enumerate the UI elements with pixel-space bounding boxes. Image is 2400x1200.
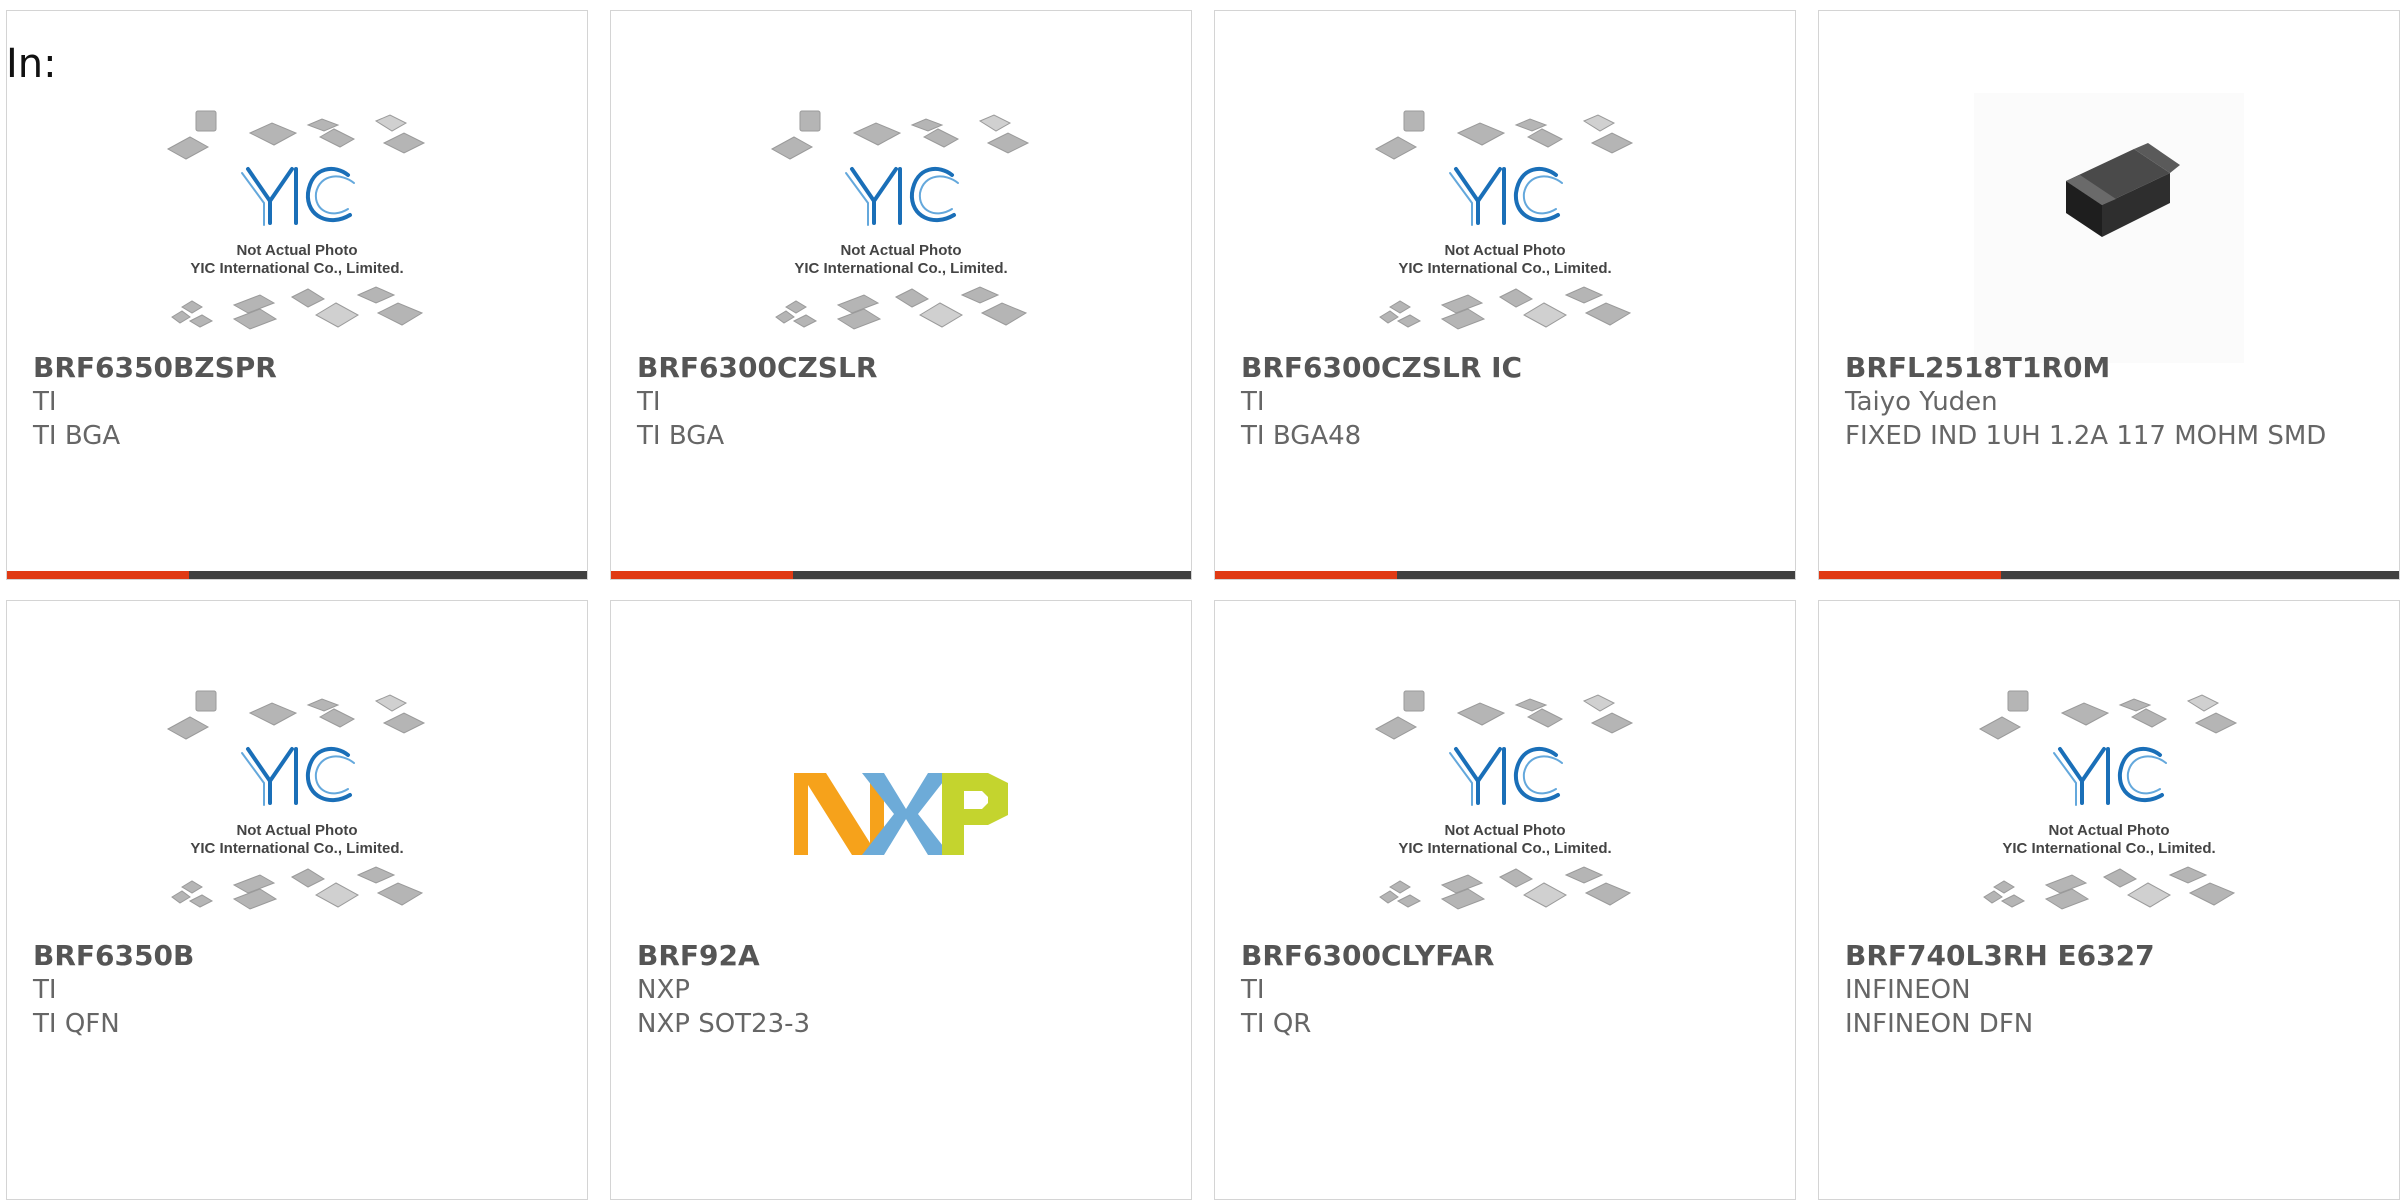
nxp-logo-icon[interactable] [766, 673, 1036, 943]
product-info: BRF6300CZSLR TI TI BGA [637, 351, 1167, 453]
card-footer-bar [611, 571, 1191, 579]
manufacturer-label: TI [33, 387, 57, 417]
product-info: BRF6350B TI TI QFN [33, 939, 563, 1041]
description-label: INFINEON DFN [1845, 1009, 2034, 1039]
card-footer-accent [7, 571, 189, 579]
yic-placeholder-icon[interactable]: Not Actual Photo YIC International Co., … [766, 93, 1036, 363]
placeholder-line-2: YIC International Co., Limited. [794, 260, 1007, 277]
part-number-link[interactable]: BRF740L3RH E6327 [1845, 939, 2375, 973]
yic-logo-mark [2053, 747, 2167, 806]
part-number-link[interactable]: BRF6350B [33, 939, 563, 973]
description-label: TI QFN [33, 1009, 120, 1039]
part-number-link[interactable]: BRF6300CZSLR IC [1241, 351, 1771, 385]
placeholder-line-1: Not Actual Photo [2048, 822, 2169, 839]
product-card[interactable]: BRF92A NXP NXP SOT23-3 [610, 600, 1192, 1200]
product-info: BRF740L3RH E6327 INFINEON INFINEON DFN [1845, 939, 2375, 1041]
placeholder-line-1: Not Actual Photo [236, 242, 357, 259]
placeholder-line-2: YIC International Co., Limited. [1398, 840, 1611, 857]
part-number-link[interactable]: BRFL2518T1R0M [1845, 351, 2375, 385]
description-label: TI BGA [637, 421, 725, 451]
nxp-logo-mark [794, 773, 1008, 855]
manufacturer-label: INFINEON [1845, 975, 1971, 1005]
yic-placeholder-icon[interactable]: Not Actual Photo YIC International Co., … [162, 93, 432, 363]
manufacturer-label: NXP [637, 975, 690, 1005]
card-footer-bar [1215, 571, 1795, 579]
product-info: BRF92A NXP NXP SOT23-3 [637, 939, 1167, 1041]
manufacturer-label: TI [637, 387, 661, 417]
placeholder-line-1: Not Actual Photo [1444, 242, 1565, 259]
page-label: In: [6, 41, 57, 87]
manufacturer-label: TI [1241, 387, 1265, 417]
manufacturer-label: TI [1241, 975, 1265, 1005]
card-footer-bar [1819, 571, 2399, 579]
card-footer-accent [1819, 571, 2001, 579]
product-card[interactable]: Not Actual Photo YIC International Co., … [610, 10, 1192, 580]
part-number-link[interactable]: BRF6300CZSLR [637, 351, 1167, 385]
part-number-link[interactable]: BRF6350BZSPR [33, 351, 563, 385]
card-footer-accent [611, 571, 793, 579]
inductor-chip-icon[interactable] [1974, 93, 2244, 363]
placeholder-line-2: YIC International Co., Limited. [2002, 840, 2215, 857]
placeholder-line-1: Not Actual Photo [840, 242, 961, 259]
yic-placeholder-icon[interactable]: Not Actual Photo YIC International Co., … [1974, 673, 2244, 943]
product-info: BRF6300CZSLR IC TI TI BGA48 [1241, 351, 1771, 453]
card-footer-accent [1215, 571, 1397, 579]
yic-placeholder-icon[interactable]: Not Actual Photo YIC International Co., … [1370, 93, 1640, 363]
placeholder-line-2: YIC International Co., Limited. [190, 840, 403, 857]
description-label: NXP SOT23-3 [637, 1009, 811, 1039]
product-info: BRF6350BZSPR TI TI BGA [33, 351, 563, 453]
manufacturer-label: TI [33, 975, 57, 1005]
description-label: TI BGA [33, 421, 121, 451]
description-label: TI QR [1241, 1009, 1312, 1039]
description-label: FIXED IND 1UH 1.2A 117 MOHM SMD [1845, 421, 2327, 451]
yic-logo-mark [241, 747, 355, 806]
card-footer-bar [7, 571, 587, 579]
product-card[interactable]: BRFL2518T1R0M Taiyo Yuden FIXED IND 1UH 1.… [1818, 10, 2400, 580]
manufacturer-label: Taiyo Yuden [1845, 387, 1998, 417]
product-card[interactable]: Not Actual Photo YIC International Co., … [6, 10, 588, 580]
yic-placeholder-icon[interactable]: Not Actual Photo YIC International Co., … [1370, 673, 1640, 943]
part-number-link[interactable]: BRF6300CLYFAR [1241, 939, 1771, 973]
yic-placeholder-icon[interactable]: Not Actual Photo YIC International Co., … [162, 673, 432, 943]
product-card[interactable]: Not Actual Photo YIC International Co., … [1214, 600, 1796, 1200]
placeholder-line-2: YIC International Co., Limited. [190, 260, 403, 277]
product-card[interactable]: Not Actual Photo YIC International Co., … [1818, 600, 2400, 1200]
placeholder-line-1: Not Actual Photo [1444, 822, 1565, 839]
product-card[interactable]: Not Actual Photo YIC International Co., … [6, 600, 588, 1200]
placeholder-line-2: YIC International Co., Limited. [1398, 260, 1611, 277]
yic-logo-mark [845, 167, 959, 226]
product-card[interactable]: Not Actual Photo YIC International Co., … [1214, 10, 1796, 580]
product-info: BRF6300CLYFAR TI TI QR [1241, 939, 1771, 1041]
placeholder-line-1: Not Actual Photo [236, 822, 357, 839]
yic-logo-mark [1449, 747, 1563, 806]
product-grid: Not Actual Photo YIC International Co., … [0, 0, 2400, 1200]
part-number-link[interactable]: BRF92A [637, 939, 1167, 973]
yic-logo-mark [241, 167, 355, 226]
description-label: TI BGA48 [1241, 421, 1362, 451]
yic-logo-mark [1449, 167, 1563, 226]
product-info: BRFL2518T1R0M Taiyo Yuden FIXED IND 1UH 1.… [1845, 351, 2375, 453]
